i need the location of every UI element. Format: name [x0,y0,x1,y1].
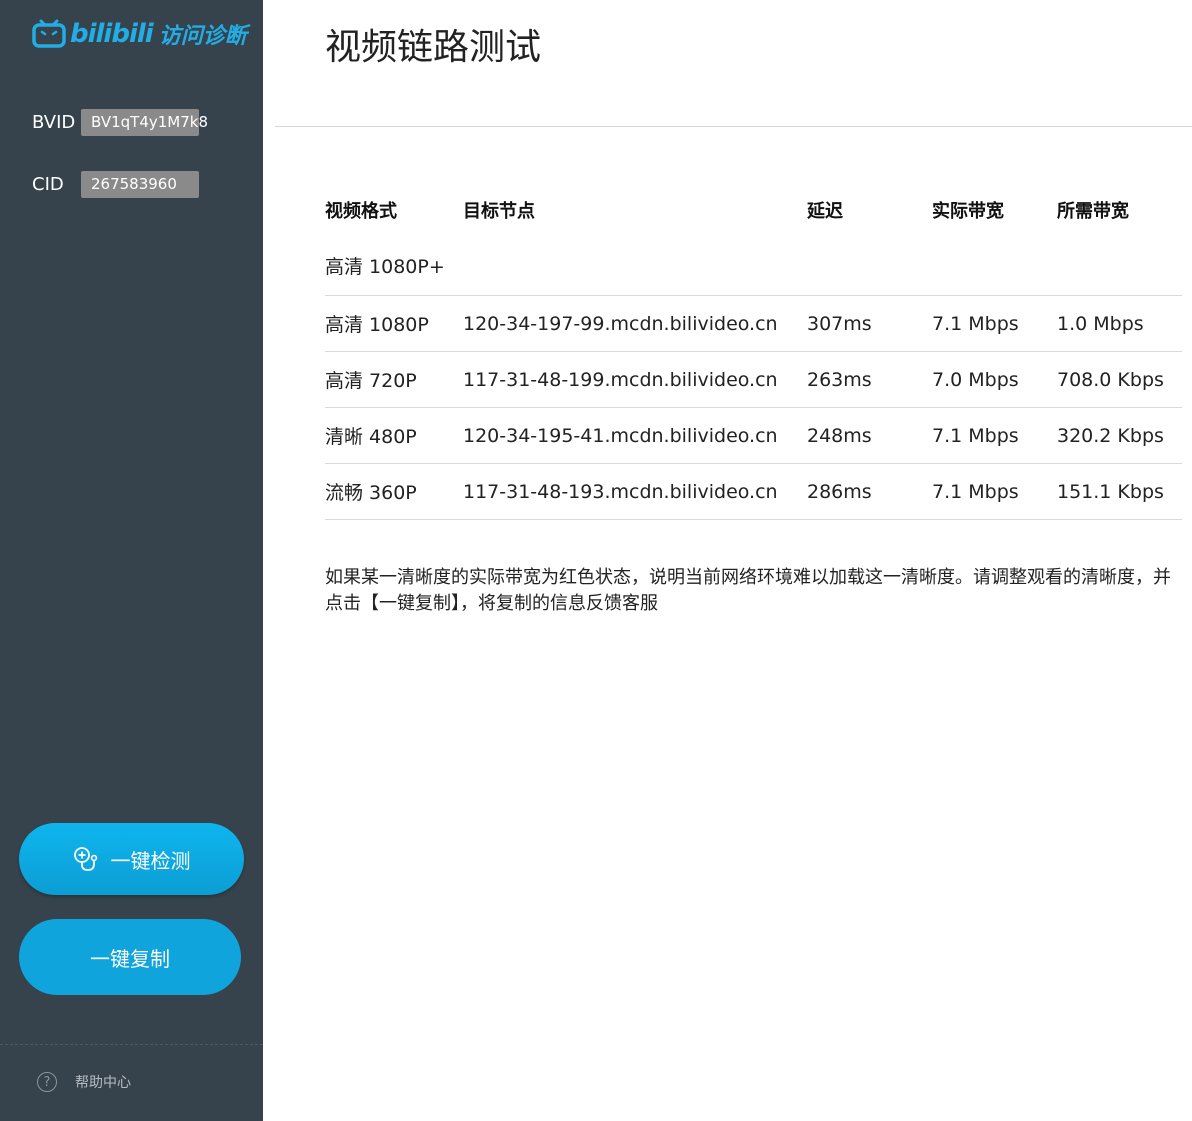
bvid-row: BVID BV1qT4y1M7k8 [32,109,208,136]
table-row: 高清 720P 117-31-48-199.mcdn.bilivideo.cn … [325,351,1182,408]
bilibili-tv-logo-icon [32,19,66,49]
header-node: 目标节点 [463,201,535,222]
header-format: 视频格式 [325,201,397,222]
cell-actual-bandwidth: 7.0 Mbps [932,351,1057,408]
cell-required-bandwidth: 151.1 Kbps [1057,463,1182,520]
cell-format: 高清 1080P+ [325,236,463,296]
cell-latency: 248ms [807,407,932,464]
cell-latency: 307ms [807,295,932,352]
sidebar-divider [0,1044,263,1045]
help-note: 如果某一清晰度的实际带宽为红色状态，说明当前网络环境难以加载这一清晰度。请调整观… [325,567,1171,614]
bvid-label: BVID [32,112,76,133]
cid-row: CID 267583960 [32,171,199,198]
cell-latency [807,236,932,296]
cell-format: 高清 1080P [325,295,463,352]
cell-actual-bandwidth [932,236,1057,296]
logo-brand-text: bilibili [70,19,154,49]
help-center-label: 帮助中心 [75,1075,131,1091]
table-row: 高清 1080P+ [325,236,1182,296]
page-title: 视频链路测试 [325,27,542,68]
cell-required-bandwidth [1057,236,1182,296]
cell-node [463,236,807,296]
app-logo: bilibili 访问诊断 [32,14,247,54]
sidebar: bilibili 访问诊断 BVID BV1qT4y1M7k8 CID 2675… [0,0,263,1121]
cell-actual-bandwidth: 7.1 Mbps [932,463,1057,520]
cell-node: 120-34-195-41.mcdn.bilivideo.cn [463,407,807,464]
table-row: 高清 1080P 120-34-197-99.mcdn.bilivideo.cn… [325,295,1182,352]
table-row: 清晰 480P 120-34-195-41.mcdn.bilivideo.cn … [325,407,1182,464]
cell-required-bandwidth: 320.2 Kbps [1057,407,1182,464]
cid-label: CID [32,174,64,195]
stethoscope-icon [73,846,101,872]
header-actual-bandwidth: 实际带宽 [932,201,1004,222]
cell-required-bandwidth: 708.0 Kbps [1057,351,1182,408]
cell-format: 清晰 480P [325,407,463,464]
copy-button[interactable]: 一键复制 [19,919,241,995]
cell-node: 120-34-197-99.mcdn.bilivideo.cn [463,295,807,352]
header-latency: 延迟 [807,201,843,222]
detect-button[interactable]: 一键检测 [19,823,244,895]
table-header-row: 视频格式 目标节点 延迟 实际带宽 所需带宽 [325,184,1182,236]
title-divider [275,126,1192,127]
logo-subtitle: 访问诊断 [158,24,247,49]
header-required-bandwidth: 所需带宽 [1057,201,1129,222]
cell-node: 117-31-48-199.mcdn.bilivideo.cn [463,351,807,408]
detect-button-label: 一键检测 [110,848,191,873]
cell-actual-bandwidth: 7.1 Mbps [932,295,1057,352]
bvid-value[interactable]: BV1qT4y1M7k8 [81,109,208,136]
cell-actual-bandwidth: 7.1 Mbps [932,407,1057,464]
copy-button-label: 一键复制 [90,946,170,971]
results-table: 视频格式 目标节点 延迟 实际带宽 所需带宽 高清 1080P+ 高清 1080… [325,184,1182,520]
cell-latency: 263ms [807,351,932,408]
cell-required-bandwidth: 1.0 Mbps [1057,295,1182,352]
help-center-link[interactable]: ? 帮助中心 [37,1072,131,1092]
cid-value[interactable]: 267583960 [81,171,199,198]
cell-latency: 286ms [807,463,932,520]
help-circle-icon: ? [37,1072,57,1092]
cell-format: 高清 720P [325,351,463,408]
cell-format: 流畅 360P [325,463,463,520]
cell-node: 117-31-48-193.mcdn.bilivideo.cn [463,463,807,520]
table-row: 流畅 360P 117-31-48-193.mcdn.bilivideo.cn … [325,463,1182,520]
